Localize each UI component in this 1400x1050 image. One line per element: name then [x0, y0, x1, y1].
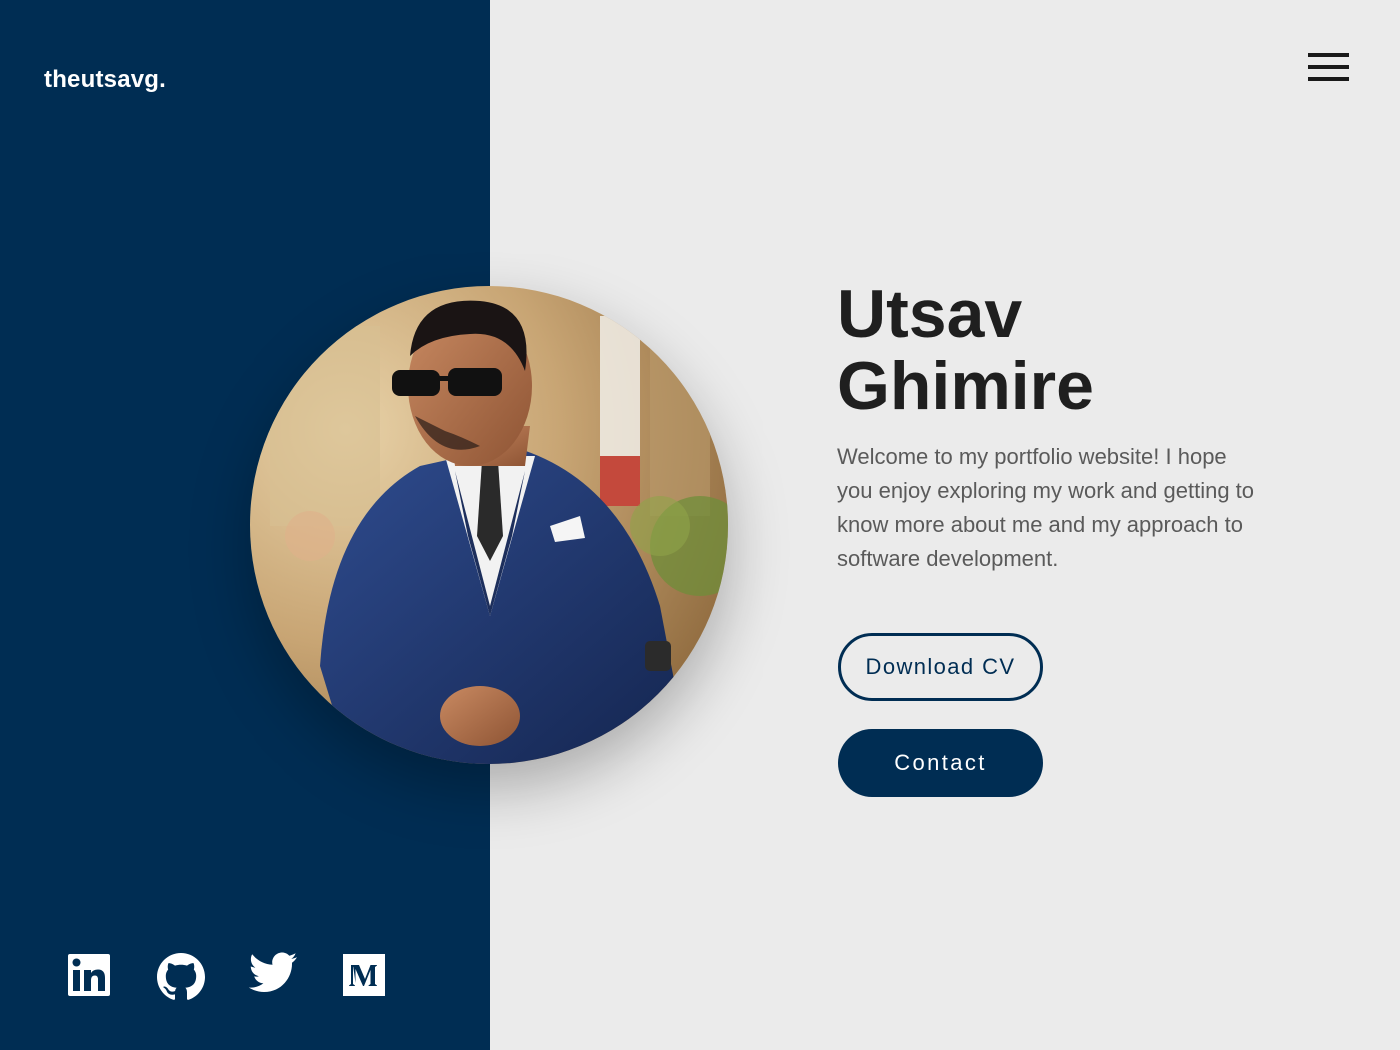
contact-button[interactable]: Contact	[838, 729, 1043, 797]
site-logo[interactable]: theutsavg.	[44, 66, 166, 94]
hero-name-line2: Ghimire	[837, 348, 1094, 424]
linkedin-glyph	[68, 954, 110, 996]
download-cv-button[interactable]: Download CV	[838, 633, 1043, 701]
twitter-icon[interactable]	[248, 952, 298, 1002]
github-icon[interactable]	[156, 952, 206, 1002]
hero-name-heading: Utsav Ghimire	[837, 278, 1277, 422]
hero-name-line1: Utsav	[837, 276, 1023, 352]
menu-bar-top	[1308, 53, 1349, 57]
page: theutsavg. Utsav Ghimire Welcome to my p…	[0, 0, 1400, 1050]
menu-bar-bottom	[1308, 77, 1349, 81]
medium-glyph	[343, 954, 385, 996]
twitter-glyph	[248, 952, 297, 992]
menu-bar-middle	[1308, 65, 1349, 69]
hamburger-menu-icon[interactable]	[1302, 50, 1356, 86]
github-glyph	[157, 953, 205, 1000]
medium-icon[interactable]	[342, 952, 386, 1002]
linkedin-icon[interactable]	[67, 952, 111, 1002]
hero-intro-text: Welcome to my portfolio website! I hope …	[837, 444, 1255, 571]
profile-photo	[250, 286, 728, 764]
profile-photo-illustration	[250, 286, 728, 764]
